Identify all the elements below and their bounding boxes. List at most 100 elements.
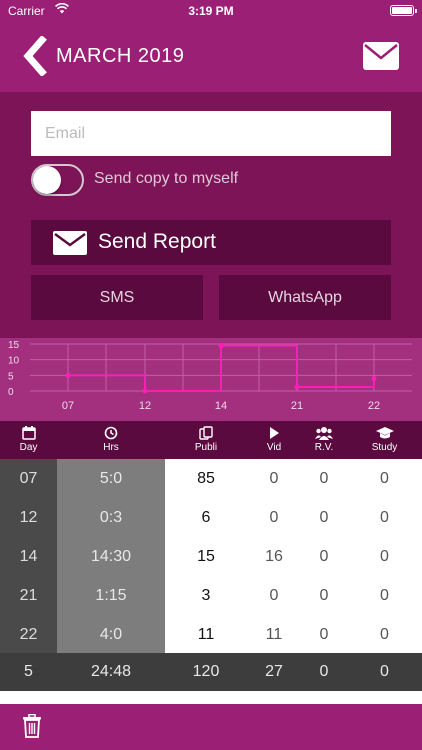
column-day-label: Day (19, 442, 38, 453)
cell-hours: 4:0 (57, 615, 165, 654)
cell-publi: 6 (201, 509, 211, 526)
data-point (371, 375, 377, 381)
cell-video: 0 (269, 509, 279, 526)
bottom-toolbar (0, 704, 422, 750)
cell-day: 07 (0, 459, 57, 498)
total-return-visits: 0 (319, 663, 329, 680)
toggle-knob (33, 166, 61, 194)
table-row[interactable]: 14 14:30 15 16 0 0 (0, 537, 422, 576)
column-hours-label: Hrs (103, 442, 119, 453)
cell-day: 21 (0, 576, 57, 615)
cell-day: 22 (0, 615, 57, 654)
cell-return-visits: 0 (319, 509, 329, 526)
cell-hours: 5:0 (57, 459, 165, 498)
email-field[interactable] (31, 111, 391, 156)
page-title: MARCH 2019 (56, 45, 185, 67)
mail-button[interactable] (362, 39, 400, 73)
cell-video: 0 (269, 587, 279, 604)
cell-return-visits: 0 (319, 587, 329, 604)
clock-icon (104, 426, 118, 440)
column-day[interactable]: Day (0, 421, 57, 459)
cell-study: 0 (380, 509, 389, 526)
table-row[interactable]: 12 0:3 6 0 0 0 (0, 498, 422, 537)
cell-study: 0 (380, 470, 389, 487)
x-tick-label: 12 (139, 400, 151, 412)
cell-video: 0 (269, 470, 279, 487)
total-publi: 120 (192, 663, 220, 680)
cell-publi: 3 (201, 587, 211, 604)
cell-video: 11 (265, 626, 283, 643)
table-row[interactable]: 21 1:15 3 0 0 0 (0, 576, 422, 615)
cell-video: 16 (265, 548, 283, 565)
column-hours[interactable]: Hrs (57, 421, 165, 459)
column-publi[interactable]: Publi (165, 421, 247, 459)
x-tick-label: 07 (62, 400, 74, 412)
column-publi-label: Publi (194, 442, 218, 453)
status-bar: Carrier 3:19 PM (0, 0, 422, 22)
x-tick-label: 21 (291, 400, 303, 412)
send-report-label: Send Report (98, 230, 216, 253)
trash-icon (23, 713, 41, 738)
series-line (68, 344, 375, 392)
total-day: 5 (24, 663, 33, 680)
graduation-cap-icon (375, 427, 394, 439)
column-return-visits-label: R.V. (314, 442, 334, 453)
data-point (294, 384, 300, 390)
send-report-button[interactable]: Send Report (31, 220, 391, 265)
column-video-label: Vid (266, 442, 282, 453)
cell-return-visits: 0 (319, 548, 329, 565)
data-point (142, 388, 148, 394)
hours-chart: 15 10 5 0 07 12 14 21 22 (0, 338, 422, 421)
group-icon (315, 427, 333, 440)
data-point (218, 343, 224, 349)
hours-chart-svg: 15 10 5 0 07 12 14 21 22 (8, 340, 412, 412)
column-header-bar: Day Hrs Publi Vid R.V. Study (0, 421, 422, 459)
x-tick-label: 22 (368, 400, 380, 412)
data-point (65, 372, 71, 378)
cell-hours: 14:30 (57, 537, 165, 576)
cell-publi: 85 (197, 470, 215, 487)
column-study[interactable]: Study (347, 421, 422, 459)
cell-return-visits: 0 (319, 626, 329, 643)
cell-publi: 15 (197, 548, 215, 565)
spacer (0, 691, 422, 704)
report-panel: Send copy to myself Send Report SMS What… (0, 92, 422, 338)
cell-day: 14 (0, 537, 57, 576)
total-hours: 24:48 (90, 663, 132, 680)
table-row[interactable]: 22 4:0 11 11 0 0 (0, 615, 422, 654)
cell-hours: 0:3 (57, 498, 165, 537)
y-tick-label: 15 (8, 340, 20, 351)
chevron-left-icon (23, 35, 47, 77)
delete-button[interactable] (22, 713, 42, 738)
column-return-visits[interactable]: R.V. (301, 421, 347, 459)
y-tick-label: 10 (8, 356, 20, 367)
total-study: 0 (380, 663, 389, 680)
y-tick-label: 5 (8, 371, 14, 382)
battery-icon (390, 5, 417, 16)
play-icon (270, 427, 279, 439)
column-video[interactable]: Vid (247, 421, 301, 459)
navigation-bar: MARCH 2019 (0, 22, 422, 92)
cell-study: 0 (380, 626, 389, 643)
cell-study: 0 (380, 587, 389, 604)
copy-icon (199, 426, 213, 440)
total-video: 27 (265, 663, 283, 680)
column-study-label: Study (371, 442, 398, 453)
cell-hours: 1:15 (57, 576, 165, 615)
x-tick-label: 14 (215, 400, 227, 412)
send-copy-toggle[interactable] (31, 164, 84, 196)
cell-day: 12 (0, 498, 57, 537)
envelope-icon (53, 231, 87, 255)
back-button[interactable] (20, 35, 50, 77)
clock-time: 3:19 PM (188, 4, 234, 18)
table-row[interactable]: 07 5:0 85 0 0 0 (0, 459, 422, 498)
cell-study: 0 (380, 548, 389, 565)
send-copy-label: Send copy to myself (94, 170, 239, 187)
cell-return-visits: 0 (319, 470, 329, 487)
envelope-icon (363, 42, 399, 70)
whatsapp-button[interactable]: WhatsApp (219, 275, 391, 320)
cell-publi: 11 (197, 626, 215, 643)
totals-row: 5 24:48 120 27 0 0 (0, 653, 422, 691)
sms-button[interactable]: SMS (31, 275, 203, 320)
calendar-icon (21, 426, 36, 440)
